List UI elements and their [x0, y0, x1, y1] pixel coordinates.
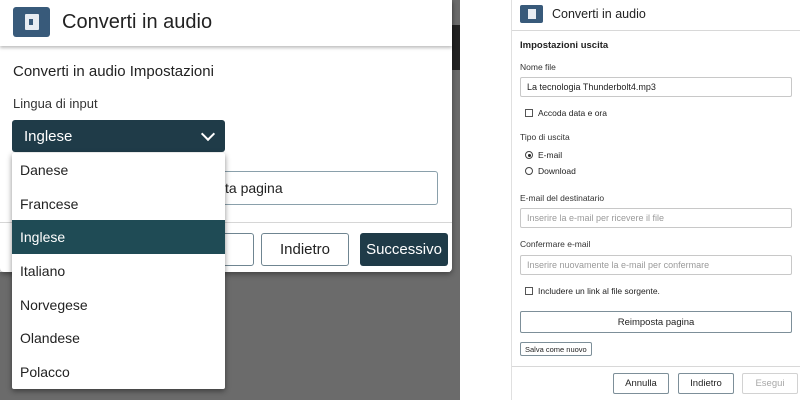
dialog-header: Converti in audio	[512, 0, 800, 31]
recipient-email-label: E-mail del destinatario	[520, 193, 605, 203]
section-title: Impostazioni uscita	[520, 40, 609, 51]
confirm-email-label: Confermare e-mail	[520, 239, 591, 249]
cancel-button[interactable]: Annulla	[613, 373, 669, 394]
dialog-header: Converti in audio	[0, 0, 452, 46]
dropdown-option-selected[interactable]: Inglese	[12, 220, 225, 255]
output-type-label: Tipo di uscita	[520, 132, 570, 142]
input-language-select[interactable]: Inglese	[12, 120, 225, 152]
chevron-down-icon	[200, 126, 216, 141]
dialog-title: Converti in audio	[62, 11, 213, 33]
audio-file-icon	[13, 7, 50, 37]
recipient-email-input[interactable]: Inserire la e-mail per ricevere il file	[520, 208, 792, 228]
section-title: Converti in audio Impostazioni	[13, 63, 214, 80]
filename-input[interactable]: La tecnologia Thunderbolt4.mp3	[520, 77, 792, 97]
audio-file-icon	[520, 5, 543, 23]
dialog-title: Converti in audio	[552, 7, 646, 21]
input-language-label: Lingua di input	[13, 96, 98, 111]
next-button[interactable]: Successivo	[360, 233, 448, 266]
include-link-label: Includere un link al file sorgente.	[538, 286, 660, 296]
dropdown-option[interactable]: Italiano	[12, 254, 225, 288]
reset-page-button[interactable]: Reimposta pagina	[520, 311, 792, 333]
confirm-email-input[interactable]: Inserire nuovamente la e-mail per confer…	[520, 255, 792, 275]
dropdown-option[interactable]: Polacco	[12, 355, 225, 389]
filename-label: Nome file	[520, 62, 556, 72]
footer-divider	[512, 366, 800, 367]
dropdown-option[interactable]: Norvegese	[12, 288, 225, 322]
output-download-label: Download	[538, 166, 576, 176]
append-datetime-checkbox[interactable]	[525, 109, 533, 117]
output-email-label: E-mail	[538, 150, 563, 160]
reset-page-label: ta pagina	[225, 180, 283, 196]
output-settings-dialog: Converti in audio Impostazioni uscita No…	[511, 0, 800, 400]
dropdown-option[interactable]: Francese	[12, 187, 225, 221]
selected-language: Inglese	[24, 127, 73, 145]
language-dropdown-list: Danese Francese Inglese Italiano Norvege…	[12, 153, 225, 389]
output-download-radio[interactable]	[525, 167, 533, 175]
reset-page-button[interactable]: ta pagina	[190, 171, 438, 205]
output-email-radio[interactable]	[525, 151, 533, 159]
save-as-new-button[interactable]: Salva come nuovo	[520, 342, 592, 356]
include-link-checkbox[interactable]	[525, 287, 533, 295]
back-button[interactable]: Indietro	[678, 373, 734, 394]
dropdown-option[interactable]: Danese	[12, 153, 225, 187]
append-datetime-label: Accoda data e ora	[538, 108, 607, 118]
run-button[interactable]: Esegui	[742, 373, 798, 394]
dropdown-option[interactable]: Olandese	[12, 321, 225, 355]
back-button[interactable]: Indietro	[261, 233, 349, 266]
